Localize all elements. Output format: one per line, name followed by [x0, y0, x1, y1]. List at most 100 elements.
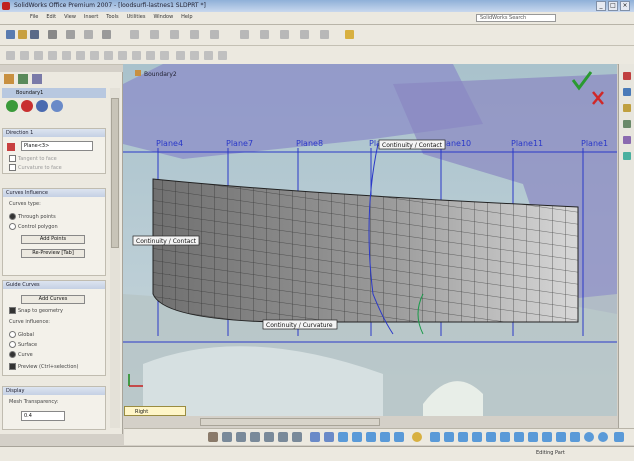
- draft-analysis-icon[interactable]: [472, 432, 482, 442]
- minimize-icon[interactable]: _: [596, 1, 606, 11]
- hidden-lines-icon[interactable]: [352, 432, 362, 442]
- roll-icon[interactable]: [292, 432, 302, 442]
- maximize-icon[interactable]: □: [608, 1, 618, 11]
- re-preview-button[interactable]: Re-Preview [Tab]: [21, 249, 85, 258]
- file-explorer-icon[interactable]: [623, 104, 631, 112]
- print-icon[interactable]: [48, 30, 57, 39]
- design-library-icon[interactable]: [623, 88, 631, 96]
- help-search-field[interactable]: SolidWorks Search: [476, 14, 556, 22]
- trim-icon[interactable]: [132, 51, 141, 60]
- open-icon[interactable]: [18, 30, 27, 39]
- centerline-icon[interactable]: [118, 51, 127, 60]
- graphics-viewport[interactable]: Plane4Plane7Plane8Plane9Plane10Plane11Pl…: [123, 64, 617, 416]
- origins-toggle-icon[interactable]: [542, 432, 552, 442]
- view-orientation-selector[interactable]: Right: [124, 406, 186, 416]
- undo-icon[interactable]: [66, 30, 75, 39]
- zoom-to-fit-icon[interactable]: [208, 432, 218, 442]
- model-canvas[interactable]: Plane4Plane7Plane8Plane9Plane10Plane11Pl…: [123, 64, 617, 416]
- menu-edit[interactable]: Edit: [46, 14, 56, 20]
- view-palette-icon[interactable]: [623, 136, 631, 144]
- add-points-button[interactable]: Add Points: [21, 235, 85, 244]
- perspective-icon[interactable]: [430, 432, 440, 442]
- shell-icon[interactable]: [280, 30, 289, 39]
- menu-utilities[interactable]: Utilities: [127, 14, 146, 20]
- curves-influence-header[interactable]: Curves Influence: [3, 189, 105, 197]
- resources-icon[interactable]: [623, 72, 631, 80]
- menu-help[interactable]: Help: [181, 14, 192, 20]
- mesh-transparency-field[interactable]: 0.4: [21, 411, 65, 421]
- curvature-icon[interactable]: [444, 432, 454, 442]
- circle-icon[interactable]: [62, 51, 71, 60]
- panel-scrollbar[interactable]: [110, 88, 120, 428]
- pencil-icon[interactable]: [345, 30, 354, 39]
- plane-label[interactable]: Plane1: [581, 139, 608, 148]
- undercut-icon[interactable]: [486, 432, 496, 442]
- menu-file[interactable]: File: [30, 14, 38, 20]
- revolve-icon[interactable]: [170, 30, 179, 39]
- axes-toggle-icon[interactable]: [514, 432, 524, 442]
- snap-to-geometry-checkbox[interactable]: Snap to geometry: [9, 307, 63, 314]
- viewport-scrollbar[interactable]: [200, 418, 380, 426]
- panel-scrollbar-thumb[interactable]: [111, 98, 119, 248]
- temporary-axes-icon[interactable]: [556, 432, 566, 442]
- cancel-icon[interactable]: [21, 100, 33, 112]
- sweep-icon[interactable]: [190, 30, 199, 39]
- shaded-icon[interactable]: [380, 432, 390, 442]
- menu-insert[interactable]: Insert: [84, 14, 98, 20]
- property-manager-tab-icon[interactable]: [18, 74, 28, 84]
- planes-toggle-icon[interactable]: [500, 432, 510, 442]
- lights-icon[interactable]: [584, 432, 594, 442]
- display-style-icon[interactable]: [338, 432, 348, 442]
- direction1-curve-field[interactable]: Plane<3>: [21, 141, 93, 151]
- shadows-icon[interactable]: [394, 432, 404, 442]
- sketches-toggle-icon[interactable]: [528, 432, 538, 442]
- cameras-icon[interactable]: [598, 432, 608, 442]
- spline-icon[interactable]: [90, 51, 99, 60]
- global-radio[interactable]: Global: [9, 331, 34, 338]
- line-icon[interactable]: [34, 51, 43, 60]
- fillet-icon[interactable]: [240, 30, 249, 39]
- save-icon[interactable]: [30, 30, 39, 39]
- options-icon[interactable]: [102, 30, 111, 39]
- direction1-header[interactable]: Direction 1: [3, 129, 105, 137]
- section-view-icon[interactable]: [324, 432, 334, 442]
- display-header[interactable]: Display: [3, 387, 105, 395]
- search-icon[interactable]: [623, 120, 631, 128]
- pattern-icon[interactable]: [300, 30, 309, 39]
- arc-icon[interactable]: [76, 51, 85, 60]
- mirror-icon[interactable]: [320, 30, 329, 39]
- wireframe-icon[interactable]: [366, 432, 376, 442]
- appearances-icon[interactable]: [623, 152, 631, 160]
- extrude-icon[interactable]: [150, 30, 159, 39]
- loft-icon[interactable]: [210, 30, 219, 39]
- select-icon[interactable]: [6, 51, 15, 60]
- plane-label[interactable]: Plane4: [156, 139, 183, 148]
- configuration-manager-tab-icon[interactable]: [32, 74, 42, 84]
- menu-tools[interactable]: Tools: [106, 14, 118, 20]
- sketch-icon[interactable]: [130, 30, 139, 39]
- callout-continuity-contact-1[interactable]: Continuity / Contact: [378, 139, 446, 150]
- help-icon[interactable]: [51, 100, 63, 112]
- surface-radio[interactable]: Surface: [9, 341, 37, 348]
- point-icon[interactable]: [104, 51, 113, 60]
- surface-icon[interactable]: [218, 51, 227, 60]
- smart-dimension-icon[interactable]: [20, 51, 29, 60]
- axis-icon[interactable]: [190, 51, 199, 60]
- zoom-selection-icon[interactable]: [250, 432, 260, 442]
- through-points-radio[interactable]: Through points: [9, 213, 56, 220]
- control-polygon-radio[interactable]: Control polygon: [9, 223, 58, 230]
- menu-window[interactable]: Window: [153, 14, 173, 20]
- close-icon[interactable]: ×: [620, 1, 630, 11]
- ok-icon[interactable]: [6, 100, 18, 112]
- zoom-in-out-icon[interactable]: [236, 432, 246, 442]
- rebuild-icon[interactable]: [84, 30, 93, 39]
- rectangle-icon[interactable]: [48, 51, 57, 60]
- relations-icon[interactable]: [160, 51, 169, 60]
- curve-icon[interactable]: [204, 51, 213, 60]
- add-curves-button[interactable]: Add Curves: [21, 295, 85, 304]
- standard-views-icon[interactable]: [310, 432, 320, 442]
- pan-icon[interactable]: [278, 432, 288, 442]
- feature-manager-tab-icon[interactable]: [4, 74, 14, 84]
- menu-view[interactable]: View: [64, 14, 76, 20]
- preview-icon[interactable]: [36, 100, 48, 112]
